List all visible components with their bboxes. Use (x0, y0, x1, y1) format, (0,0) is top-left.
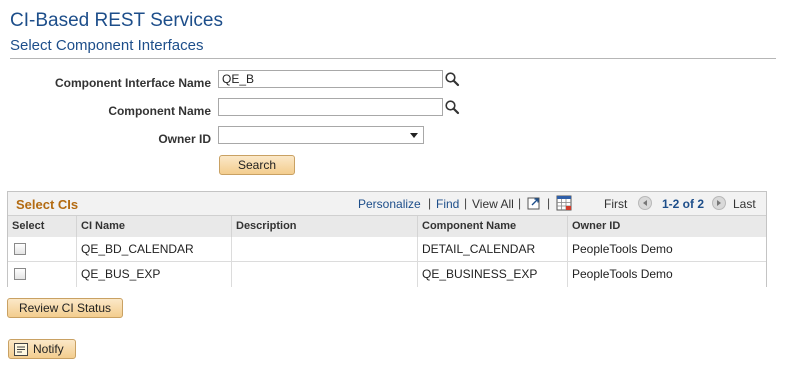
ci-name-input[interactable]: QE_B (218, 70, 443, 88)
page-title: CI-Based REST Services (10, 10, 223, 31)
column-header-select: Select (8, 216, 77, 237)
ci-name-label: Component Interface Name (54, 76, 211, 90)
page-subtitle: Select Component Interfaces (10, 37, 204, 54)
table-row-component-name: DETAIL_CALENDAR (418, 237, 568, 262)
next-arrow-icon[interactable] (712, 196, 726, 210)
table-row-ci-name: QE_BD_CALENDAR (77, 237, 232, 262)
component-name-label: Component Name (108, 104, 211, 118)
separator: | (547, 196, 551, 210)
column-header-component-name: Component Name (418, 216, 568, 237)
select-cis-grid: Select CIs Personalize | Find | View All… (7, 191, 767, 287)
notify-button[interactable]: Notify (8, 339, 76, 359)
previous-arrow-glyph-icon (643, 200, 647, 206)
table-row-select-cell (8, 262, 77, 287)
zoom-icon[interactable] (527, 196, 541, 210)
chevron-down-icon (410, 133, 418, 138)
find-link[interactable]: Find (436, 197, 459, 211)
owner-id-label: Owner ID (158, 132, 211, 146)
table-row-owner-id: PeopleTools Demo (568, 262, 766, 287)
page-range: 1-2 of 2 (662, 197, 705, 211)
column-header-owner-id: Owner ID (568, 216, 766, 237)
component-name-input[interactable] (218, 98, 443, 116)
table-row-component-name: QE_BUSINESS_EXP (418, 262, 568, 287)
notify-label: Notify (33, 342, 64, 356)
table-row-description (232, 262, 418, 287)
personalize-link[interactable]: Personalize (358, 197, 421, 211)
separator: | (464, 196, 468, 210)
table-row-select-cell (8, 237, 77, 262)
grid-download-icon[interactable] (556, 195, 572, 211)
table-row-ci-name: QE_BUS_EXP (77, 262, 232, 287)
table-row-description (232, 237, 418, 262)
search-button[interactable]: Search (219, 155, 295, 175)
owner-id-select[interactable] (218, 126, 424, 144)
row-select-checkbox[interactable] (14, 243, 26, 255)
column-header-ci-name: CI Name (77, 216, 232, 237)
notify-icon (14, 343, 28, 356)
title-divider (10, 58, 776, 59)
last-link[interactable]: Last (733, 197, 756, 211)
view-all-link[interactable]: View All (472, 197, 514, 211)
previous-arrow-icon[interactable] (638, 196, 652, 210)
ci-name-lookup-icon[interactable] (444, 71, 460, 87)
grid-title: Select CIs (16, 197, 79, 212)
separator: | (428, 196, 432, 210)
first-link[interactable]: First (604, 197, 627, 211)
table-row-owner-id: PeopleTools Demo (568, 237, 766, 262)
separator: | (518, 196, 522, 210)
next-arrow-glyph-icon (717, 200, 721, 206)
grid-header: Select CIs Personalize | Find | View All… (8, 192, 766, 216)
component-name-lookup-icon[interactable] (444, 99, 460, 115)
row-select-checkbox[interactable] (14, 268, 26, 280)
column-header-description: Description (232, 216, 418, 237)
review-ci-status-button[interactable]: Review CI Status (7, 298, 123, 318)
